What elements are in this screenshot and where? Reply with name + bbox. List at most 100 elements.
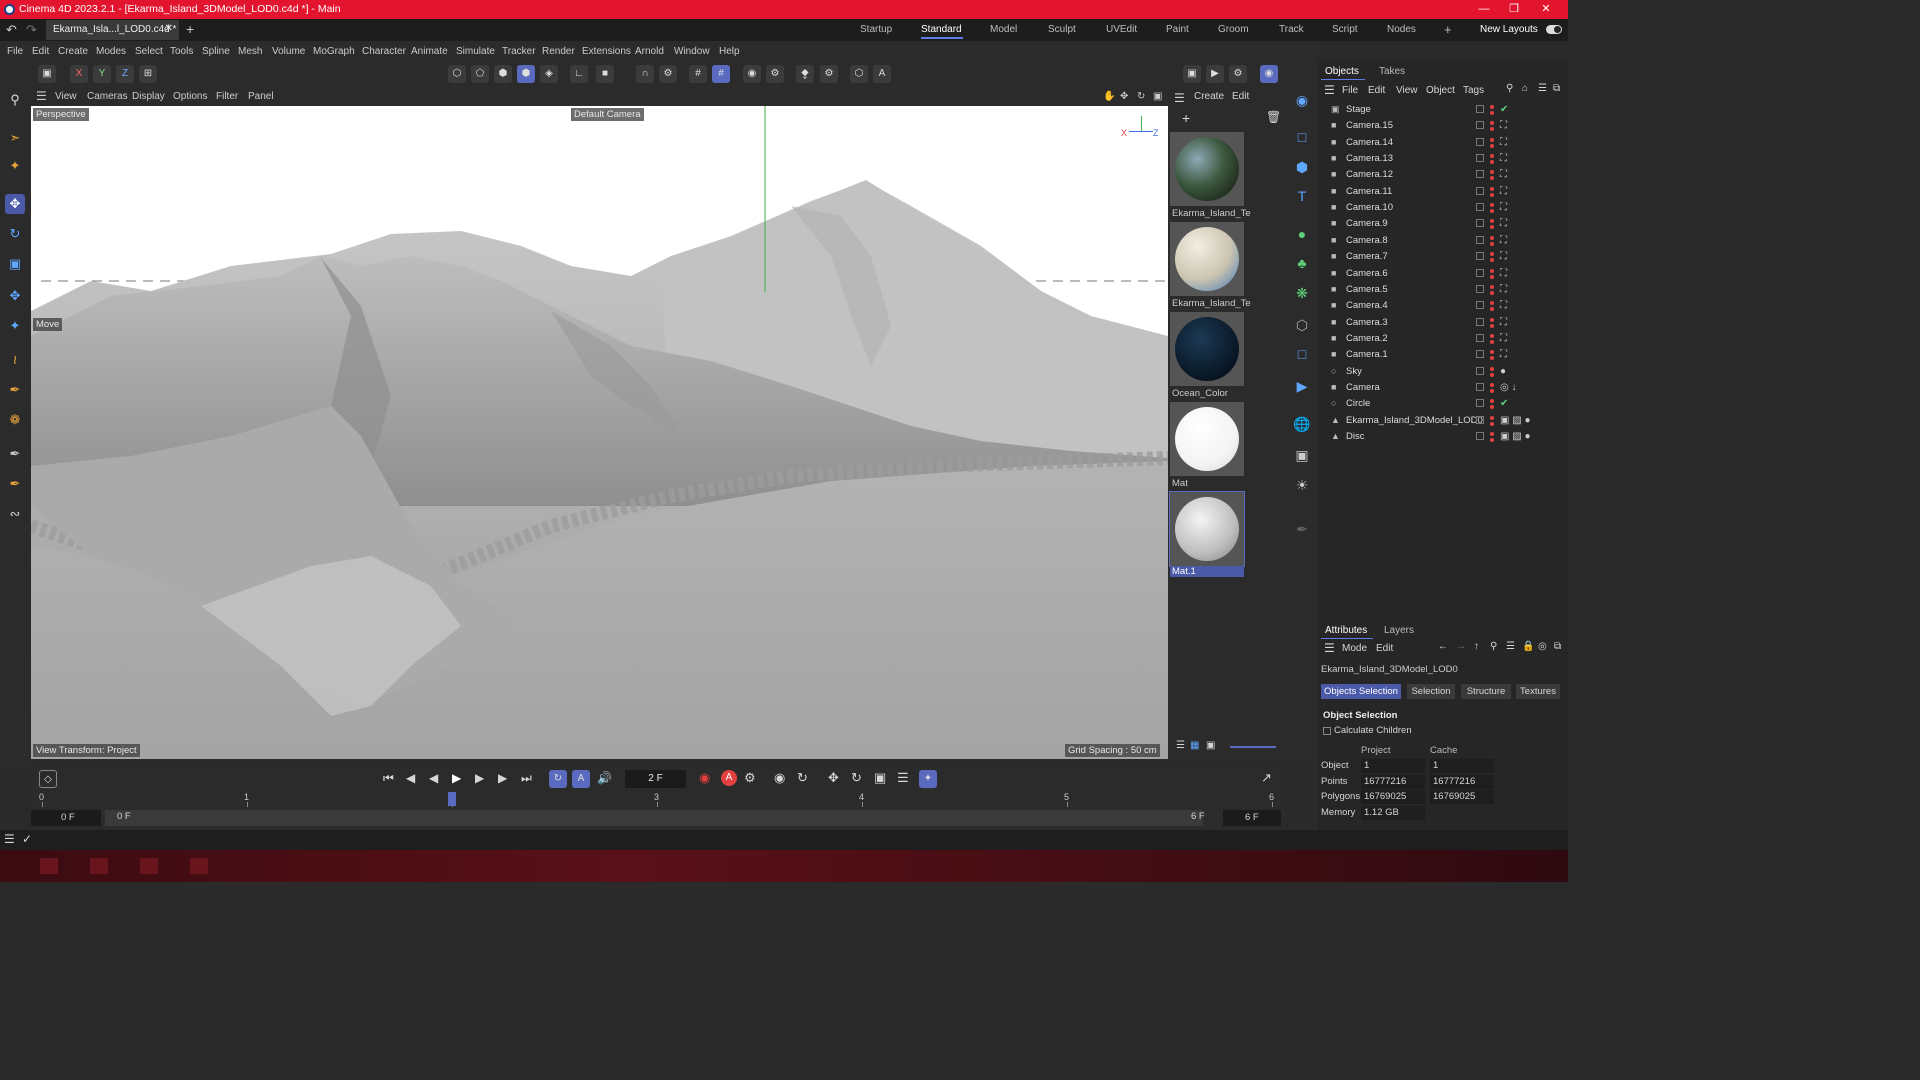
status-check-icon[interactable]: ✓	[22, 832, 32, 846]
takes-tab[interactable]: Takes	[1379, 66, 1405, 77]
undo-icon[interactable]: ↶	[6, 22, 17, 38]
deformer-icon[interactable]: ❋	[1291, 282, 1313, 304]
object-row[interactable]: ■ Camera.2 ⛶	[1318, 331, 1568, 347]
menu-file[interactable]: File	[7, 46, 23, 57]
object-row[interactable]: ■ Camera.15 ⛶	[1318, 118, 1568, 134]
scale-key-icon[interactable]: ▣	[874, 770, 886, 786]
visibility-toggle[interactable]	[1476, 284, 1484, 293]
objects-menu-object[interactable]: Object	[1426, 85, 1455, 96]
editor-visibility-dot[interactable]	[1490, 268, 1494, 273]
taskbar-app-icon[interactable]	[90, 858, 108, 874]
knife-tool-icon[interactable]: ✒	[5, 474, 25, 494]
visibility-toggle[interactable]	[1476, 268, 1484, 277]
play-icon[interactable]: ▶	[452, 771, 461, 785]
editor-visibility-dot[interactable]	[1490, 301, 1494, 306]
objects-new-window-icon[interactable]: ⧉	[1553, 83, 1560, 94]
close-button[interactable]: ✕	[1532, 1, 1560, 18]
object-row[interactable]: ■ Camera.11 ⛶	[1318, 184, 1568, 200]
render-visibility-dot[interactable]	[1490, 372, 1494, 377]
z-axis-lock-button[interactable]: Z	[116, 65, 134, 83]
render-visibility-dot[interactable]	[1490, 388, 1494, 393]
coordinate-system-icon[interactable]: ⊞	[139, 65, 157, 83]
timeline-graph-icon[interactable]: ↗	[1261, 770, 1272, 786]
object-tags[interactable]: ⛶	[1500, 284, 1507, 295]
layout-tab-track[interactable]: Track	[1279, 24, 1304, 35]
symmetry-icon[interactable]: ⧪	[796, 65, 814, 83]
visibility-toggle[interactable]	[1476, 432, 1484, 440]
editor-visibility-dot[interactable]	[1490, 170, 1494, 175]
cube-primitive-icon[interactable]: □	[1291, 126, 1313, 148]
large-view-icon[interactable]: ▣	[1206, 740, 1215, 751]
attributes-menu-mode[interactable]: Mode	[1342, 643, 1367, 654]
render-visibility-dot[interactable]	[1490, 143, 1494, 148]
object-row[interactable]: ○ Circle ✔	[1318, 396, 1568, 412]
editor-visibility-dot[interactable]	[1490, 382, 1494, 387]
editor-visibility-dot[interactable]	[1490, 432, 1494, 436]
taskbar-app-icon[interactable]	[40, 858, 58, 874]
render-visibility-dot[interactable]	[1490, 192, 1494, 197]
menu-simulate[interactable]: Simulate	[456, 46, 495, 57]
objects-menu-view[interactable]: View	[1396, 85, 1418, 96]
render-visibility-dot[interactable]	[1490, 160, 1494, 165]
material-swatch[interactable]	[1170, 402, 1244, 476]
object-row[interactable]: ▲ Disc ▣ ▨ ●	[1318, 429, 1568, 445]
start-frame-field[interactable]: 0 F	[31, 810, 101, 826]
menu-character[interactable]: Character	[362, 46, 406, 57]
render-visibility-dot[interactable]	[1490, 241, 1494, 246]
viewport-menu-panel[interactable]: Panel	[248, 91, 274, 102]
taskbar-app-icon[interactable]	[190, 858, 208, 874]
editor-visibility-dot[interactable]	[1490, 350, 1494, 355]
menu-volume[interactable]: Volume	[272, 46, 305, 57]
move-view-icon[interactable]: ✥	[1120, 91, 1128, 102]
list-view-icon[interactable]: ☰	[1176, 740, 1185, 751]
taskbar-app-icon[interactable]	[140, 858, 158, 874]
render-visibility-dot[interactable]	[1490, 421, 1494, 426]
forward-arrow-icon[interactable]: →	[1456, 641, 1466, 652]
maximize-view-icon[interactable]: ▣	[1153, 91, 1162, 102]
attributes-search-icon[interactable]: ⚲	[1490, 641, 1497, 652]
field-icon[interactable]: ⬡	[1291, 314, 1313, 336]
redo-icon[interactable]: ↷	[26, 22, 37, 38]
render-visibility-dot[interactable]	[1490, 356, 1494, 361]
brush-tool-icon[interactable]: ✒	[5, 444, 25, 464]
auto-key-icon[interactable]: A	[873, 65, 891, 83]
editor-visibility-dot[interactable]	[1490, 219, 1494, 224]
default-camera-label[interactable]: Default Camera	[571, 108, 644, 121]
menu-tracker[interactable]: Tracker	[502, 46, 536, 57]
spline-icon[interactable]: □	[1291, 343, 1313, 365]
move-tool-icon[interactable]: ✥	[5, 194, 25, 214]
current-frame-field[interactable]: 2 F	[625, 770, 686, 788]
visibility-toggle[interactable]	[1476, 366, 1484, 375]
attributes-menu-edit[interactable]: Edit	[1376, 643, 1393, 654]
go-to-end-icon[interactable]: ⏭	[521, 771, 532, 786]
object-tags[interactable]: ⛶	[1500, 251, 1507, 262]
object-tags[interactable]: ⛶	[1500, 333, 1507, 344]
lock-workplane-icon[interactable]: ⬡	[850, 65, 868, 83]
restore-button[interactable]: ❐	[1500, 1, 1528, 18]
objects-search-icon[interactable]: ⚲	[1506, 83, 1513, 94]
object-row[interactable]: ▲ Ekarma_Island_3DModel_LOD0 ▣ ▨ ●	[1318, 413, 1568, 429]
viewport-hamburger-icon[interactable]: ☰	[36, 89, 47, 103]
paint-tool-icon[interactable]: ❁	[5, 410, 25, 430]
visibility-toggle[interactable]	[1476, 105, 1484, 113]
rotate-key-icon[interactable]: ↻	[851, 770, 862, 786]
keyframe-settings-icon[interactable]: ⚙	[744, 770, 756, 786]
up-arrow-icon[interactable]: ↑	[1474, 641, 1479, 652]
workplane-icon[interactable]: ■	[596, 65, 614, 83]
key-rotation-icon[interactable]: ↻	[797, 770, 808, 786]
visibility-toggle[interactable]	[1476, 203, 1484, 212]
object-row[interactable]: ■ Camera.4 ⛶	[1318, 298, 1568, 314]
keyframe-icon[interactable]: ◇	[39, 770, 57, 788]
menu-modes[interactable]: Modes	[96, 46, 126, 57]
vertex-tool-icon[interactable]: ✦	[5, 316, 25, 336]
mograph-icon[interactable]: ▶	[1291, 375, 1313, 397]
visibility-toggle[interactable]	[1476, 333, 1484, 342]
y-axis-lock-button[interactable]: Y	[93, 65, 111, 83]
layout-tab-sculpt[interactable]: Sculpt	[1048, 24, 1076, 35]
prev-key-icon[interactable]: ◀	[406, 771, 415, 785]
points-mode-icon[interactable]: ⬡	[448, 65, 466, 83]
edit-render-settings-icon[interactable]: ⚙	[1229, 65, 1247, 83]
orbit-view-icon[interactable]: ↻	[1137, 91, 1145, 102]
search-icon[interactable]: ⚲	[5, 90, 25, 110]
polygons-mode-icon[interactable]: ⬢	[494, 65, 512, 83]
